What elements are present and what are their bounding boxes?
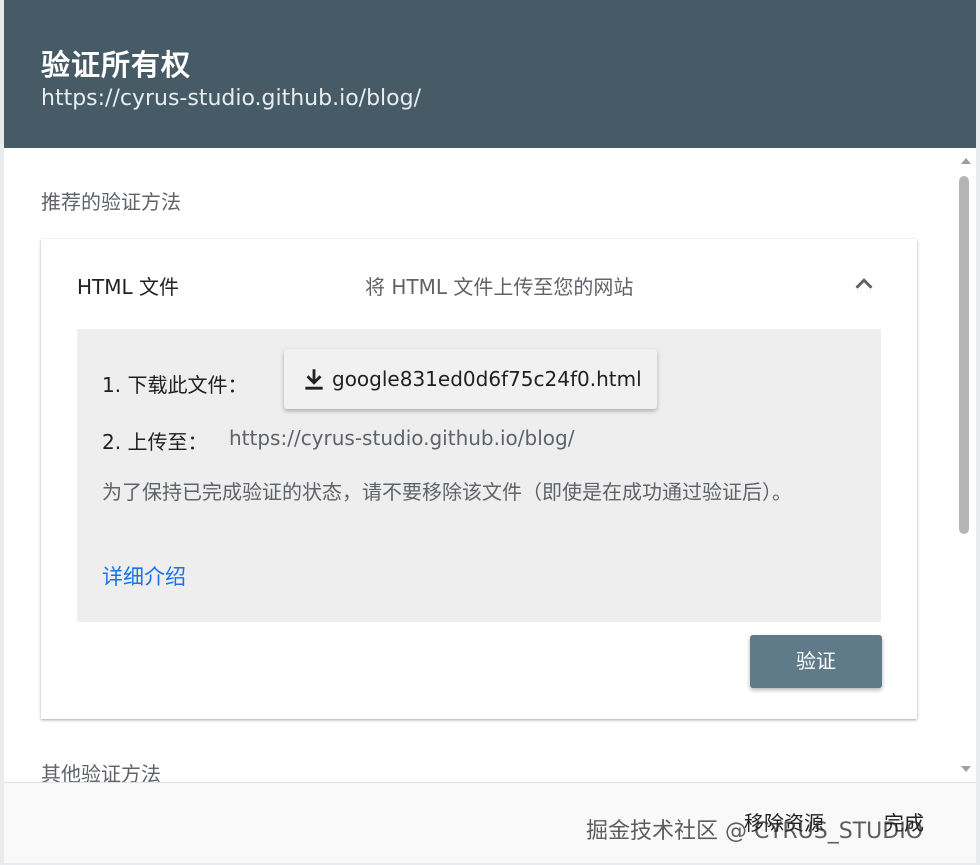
- done-button[interactable]: 完成: [884, 807, 924, 836]
- dialog-subtitle-url: https://cyrus-studio.github.io/blog/: [41, 86, 421, 111]
- method-title: HTML 文件: [77, 275, 180, 299]
- chevron-up-icon[interactable]: [849, 269, 879, 299]
- dialog-footer: 移除资源 完成: [4, 782, 976, 863]
- dialog-title: 验证所有权: [41, 48, 192, 82]
- verify-button[interactable]: 验证: [750, 635, 882, 688]
- dialog-header: 验证所有权 https://cyrus-studio.github.io/blo…: [4, 0, 976, 148]
- remove-resource-button[interactable]: 移除资源: [744, 807, 824, 836]
- verify-ownership-dialog: 验证所有权 https://cyrus-studio.github.io/blo…: [4, 0, 976, 863]
- other-methods-label: 其他验证方法: [41, 762, 161, 782]
- download-file-button[interactable]: google831ed0d6f75c24f0.html: [284, 349, 657, 409]
- scrollbar-thumb[interactable]: [959, 176, 969, 534]
- learn-more-link[interactable]: 详细介绍: [102, 561, 186, 591]
- step1-label: 1. 下载此文件：: [102, 373, 248, 397]
- dialog-content: 推荐的验证方法 HTML 文件 将 HTML 文件上传至您的网站 1. 下载此文…: [4, 148, 954, 782]
- arrow-down-icon[interactable]: [959, 762, 973, 776]
- method-instructions-panel: 1. 下载此文件： google831ed0d6f75c24f0.html 2.…: [77, 329, 881, 622]
- method-description: 将 HTML 文件上传至您的网站: [365, 275, 634, 299]
- arrow-up-icon[interactable]: [959, 154, 973, 168]
- recommended-methods-label: 推荐的验证方法: [41, 190, 181, 214]
- step2-url: https://cyrus-studio.github.io/blog/: [229, 426, 575, 450]
- download-filename: google831ed0d6f75c24f0.html: [332, 367, 642, 391]
- step2-label: 2. 上传至：: [102, 430, 208, 454]
- keep-file-note: 为了保持已完成验证的状态，请不要移除该文件（即使是在成功通过验证后）。: [102, 480, 792, 504]
- download-icon: [305, 369, 323, 390]
- html-file-method-card: HTML 文件 将 HTML 文件上传至您的网站 1. 下载此文件： googl…: [41, 239, 917, 719]
- content-scrollbar[interactable]: [954, 148, 976, 782]
